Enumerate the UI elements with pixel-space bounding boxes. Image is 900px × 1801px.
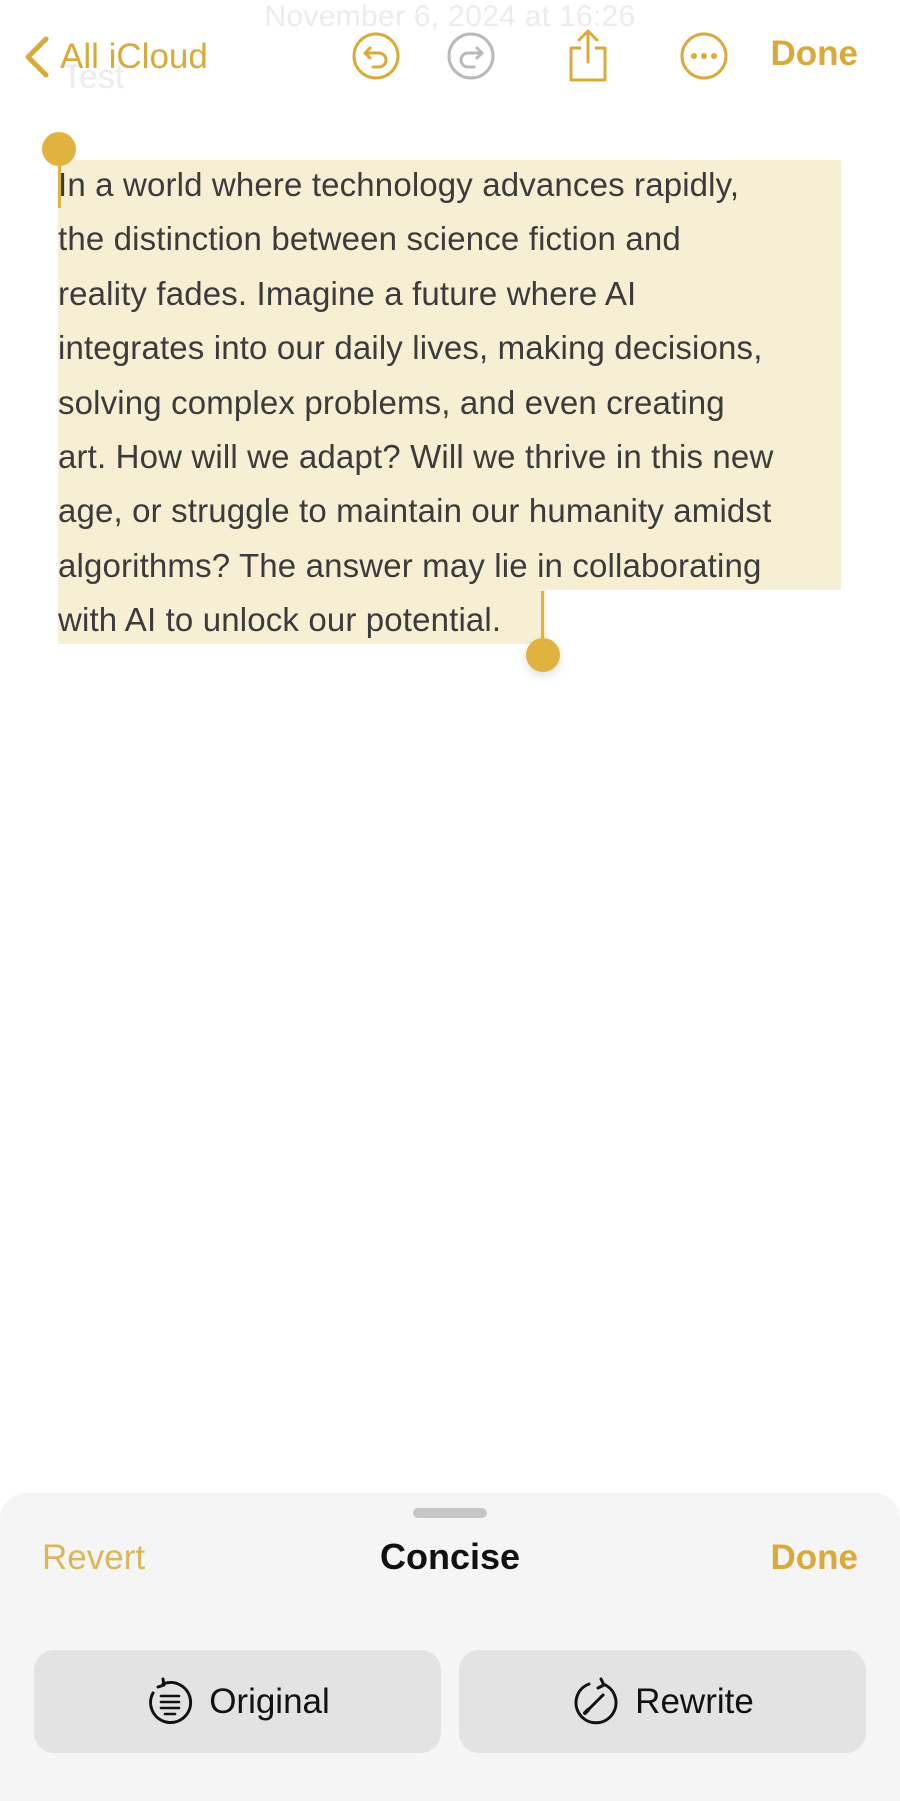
rewrite-button[interactable]: Rewrite [459,1650,866,1753]
notes-editor-screen: November 6, 2024 at 16:26 Test All iClou… [0,0,900,1801]
note-line: with AI to unlock our potential. [58,601,502,639]
note-body-text[interactable]: In a world where technology advances rap… [58,158,858,648]
original-text-icon [145,1677,195,1727]
selection-start-caret [58,160,61,208]
selection-start-handle[interactable] [42,132,76,166]
back-button-label: All iCloud [60,37,208,76]
sheet-grabber[interactable] [413,1508,487,1518]
share-button[interactable] [560,28,616,89]
redo-button[interactable] [443,30,499,86]
redo-icon [446,31,496,86]
note-line: algorithms? The answer may lie in collab… [58,546,762,584]
selection-end-handle[interactable] [526,638,560,672]
undo-button[interactable] [348,30,404,86]
more-button[interactable] [676,30,732,86]
back-button[interactable]: All iCloud [22,30,208,84]
rewrite-button-label: Rewrite [635,1681,754,1721]
top-navigation-bar: All iCloud Done [0,0,900,116]
note-line: art. How will we adapt? Will we thrive i… [58,438,774,476]
share-icon [566,28,610,89]
original-button[interactable]: Original [34,1650,441,1753]
rewrite-icon [571,1677,621,1727]
note-line: age, or struggle to maintain our humanit… [58,492,772,530]
note-line: the distinction between science fiction … [58,220,681,258]
sheet-done-button[interactable]: Done [771,1538,859,1578]
chevron-left-icon [22,35,50,79]
note-line: integrates into our daily lives, making … [58,329,763,367]
writing-tools-sheet: Revert Concise Done Original Rewrite [0,1493,900,1801]
selection-end-caret [541,591,544,641]
done-button[interactable]: Done [771,34,859,74]
note-line: reality fades. Imagine a future where AI [58,274,637,312]
note-line: In a world where technology advances rap… [58,166,740,203]
undo-icon [351,31,401,86]
more-icon [679,31,729,86]
note-line: solving complex problems, and even creat… [58,383,725,421]
original-button-label: Original [209,1681,330,1721]
sheet-title: Concise [379,1536,521,1577]
